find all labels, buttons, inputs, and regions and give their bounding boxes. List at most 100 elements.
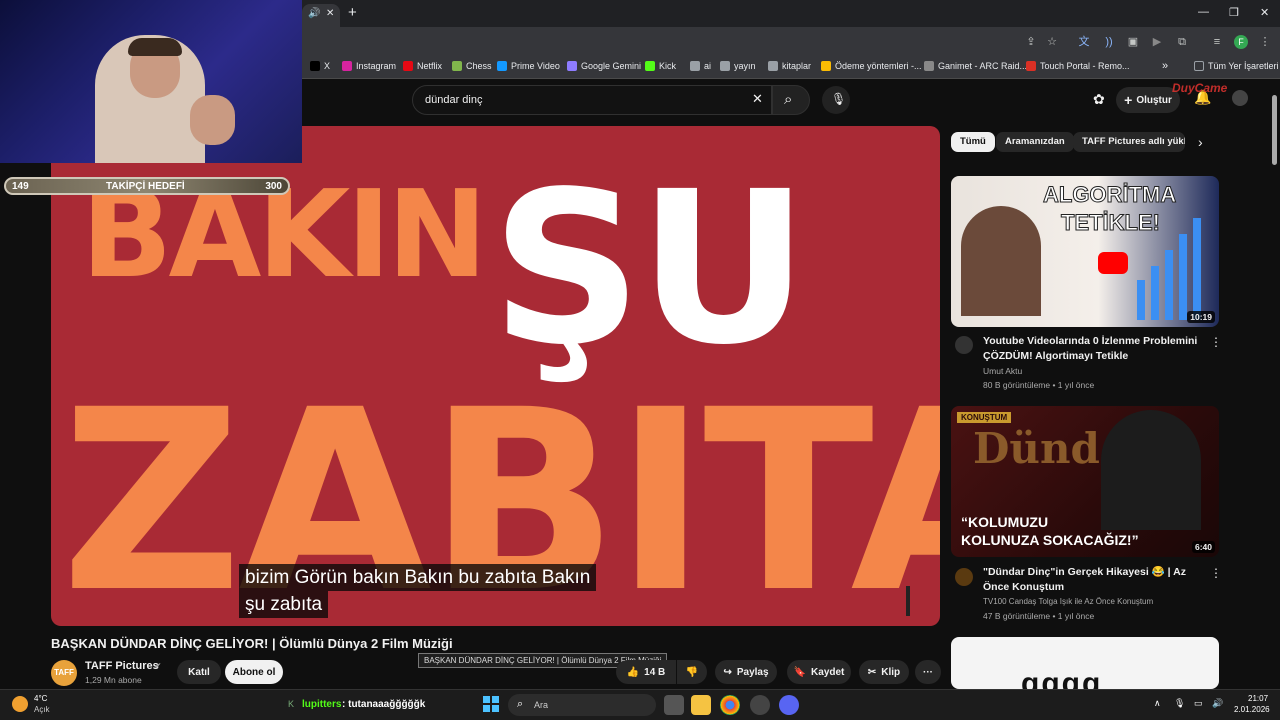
related-video-thumbnail[interactable]: KONUŞTUM Dünd “KOLUMUZU KOLUNUZA SOKACAĞ… [951,406,1219,557]
channel-avatar[interactable] [955,568,973,586]
task-view-icon[interactable] [664,695,684,715]
share-icon: ↪ [723,666,732,678]
audio-extension-icon[interactable]: )) [1102,35,1116,49]
search-input[interactable]: dündar dinç [412,85,772,115]
bookmark-item[interactable]: ai [690,61,711,71]
page-scrollbar[interactable] [1272,95,1277,165]
thumb-bar [1151,266,1159,320]
extension-square-icon[interactable]: ▣ [1126,35,1140,49]
reading-list-icon[interactable]: ≡ [1210,35,1224,49]
chrome-icon[interactable] [720,695,740,715]
bookmark-label: Touch Portal - Remo... [1040,61,1130,71]
taskbar-search[interactable]: ⌕ Ara [508,694,656,716]
new-tab-button[interactable]: + [348,4,357,21]
thumb-partial-text: ɑɑɑɑ [1021,667,1103,689]
streamer-logo-overlay: DuyCame [1172,81,1228,95]
clear-search-icon[interactable]: ✕ [752,91,763,107]
bookmark-item[interactable]: Ödeme yöntemleri -... [821,61,922,71]
channel-avatar[interactable]: TAFF [51,660,77,686]
save-button[interactable]: 🔖 Kaydet [787,660,851,684]
related-video-thumbnail[interactable]: ALGORİTMA TETİKLE! 10:19 [951,176,1219,327]
related-video-channel[interactable]: Umut Aktu [983,366,1022,376]
more-actions-button[interactable]: ··· [915,660,941,684]
bookmark-item[interactable]: Prime Video [497,61,560,71]
bookmark-star-icon[interactable]: ☆ [1045,35,1059,49]
bookmark-item[interactable]: kitaplar [768,61,811,71]
thumbs-up-icon: 👍 [626,666,640,678]
bookmark-item[interactable]: Kick [645,61,676,71]
weather-desc: Açık [34,705,50,714]
weather-temp[interactable]: 4°C [34,694,47,703]
bookmark-icon: 🔖 [793,666,807,678]
network-icon[interactable]: ▭ [1194,698,1203,709]
bookmark-label: yayın [734,61,756,71]
restore-icon[interactable]: ❐ [1229,6,1239,19]
chip-all[interactable]: Tümü [951,132,995,152]
obs-icon[interactable] [750,695,770,715]
chips-next-icon[interactable]: › [1198,134,1203,150]
clip-button[interactable]: ✂ Klip [859,660,909,684]
browser-menu-icon[interactable]: ⋮ [1258,35,1272,49]
video-menu-icon[interactable]: ⋮ [1210,335,1222,349]
thumb-person [1101,410,1201,530]
thumb-person [961,206,1041,316]
windows-start-icon[interactable] [482,695,502,715]
chip-from-search[interactable]: Aramanızdan [996,132,1074,152]
clock-time[interactable]: 21:07 [1248,694,1268,703]
bookmark-label: Google Gemini [581,61,642,71]
account-avatar[interactable] [1232,90,1248,106]
volume-icon[interactable]: 🔊 [1212,698,1223,709]
like-button[interactable]: 👍 14 B [616,660,676,684]
clock-date[interactable]: 2.01.2026 [1234,705,1270,714]
active-tab[interactable]: 🔊 ✕ [302,4,340,27]
bookmark-item[interactable]: X [310,61,330,71]
weather-icon[interactable] [12,696,28,712]
play-extension-icon[interactable]: ▶ [1150,35,1164,49]
chip-channel-uploads[interactable]: TAFF Pictures adlı yükle [1073,132,1185,152]
more-bookmarks-icon[interactable]: » [1162,60,1168,72]
tab-close-icon[interactable]: ✕ [326,8,334,19]
related-video-channel[interactable]: TV100 Candaş Tolga Işık ile Az Önce Konu… [983,597,1183,606]
bookmark-item[interactable]: yayın [720,61,756,71]
translate-icon[interactable]: 文 [1077,35,1091,49]
speaker-icon: 🔊 [308,8,321,19]
all-bookmarks-folder[interactable]: Tüm Yer İşaretleri [1194,61,1279,71]
bookmark-item[interactable]: Chess [452,61,492,71]
mic-tray-icon[interactable]: 🎙 [1174,698,1185,709]
bookmark-item[interactable]: Google Gemini [567,61,641,71]
video-player[interactable]: BAKIN ŞU ZABITA [51,126,940,626]
window-close-icon[interactable]: ✕ [1260,6,1269,19]
share-button[interactable]: ↪ Paylaş [715,660,777,684]
extensions-puzzle-icon[interactable]: ⧉ [1175,35,1189,49]
bookmark-item[interactable]: Instagram [342,61,396,71]
dislike-button[interactable]: 👎 [677,660,707,684]
related-video-title[interactable]: Youtube Videolarında 0 İzlenme Problemin… [983,334,1203,364]
discord-icon[interactable] [779,695,799,715]
bookmark-item[interactable]: Ganimet - ARC Raid... [924,61,1027,71]
bookmark-favicon-icon [342,61,352,71]
tray-expand-icon[interactable]: ∧ [1154,698,1161,709]
create-button[interactable]: + Oluştur [1116,87,1180,113]
related-video-title[interactable]: "Dündar Dinç"in Gerçek Hikayesi 😂 | Az Ö… [983,565,1203,595]
verified-icon: ✔ [154,661,162,671]
premium-gift-icon[interactable]: ✿ [1093,91,1105,108]
channel-avatar[interactable] [955,336,973,354]
bookmark-favicon-icon [1026,61,1036,71]
bookmark-item[interactable]: Touch Portal - Remo... [1026,61,1130,71]
related-video-meta: 80 B görüntüleme • 1 yıl önce [983,380,1095,390]
channel-name[interactable]: TAFF Pictures [85,660,159,672]
bookmark-item[interactable]: Netflix [403,61,442,71]
voice-search-button[interactable]: 🎙 [822,86,850,114]
join-button[interactable]: Katıl [177,660,221,684]
install-icon[interactable]: ⇪ [1024,35,1038,49]
search-button[interactable]: ⌕ [772,85,810,115]
file-explorer-icon[interactable] [691,695,711,715]
chat-kick-icon: K [288,699,295,709]
bookmark-favicon-icon [645,61,655,71]
related-video-thumbnail[interactable]: ɑɑɑɑ [951,637,1219,689]
video-menu-icon[interactable]: ⋮ [1210,566,1222,580]
profile-avatar[interactable]: F [1234,35,1248,49]
minimize-icon[interactable]: — [1198,6,1209,18]
video-caption: bizim Görün bakın Bakın bu zabıta Bakın … [239,564,597,618]
subscribe-button[interactable]: Abone ol [225,660,283,684]
